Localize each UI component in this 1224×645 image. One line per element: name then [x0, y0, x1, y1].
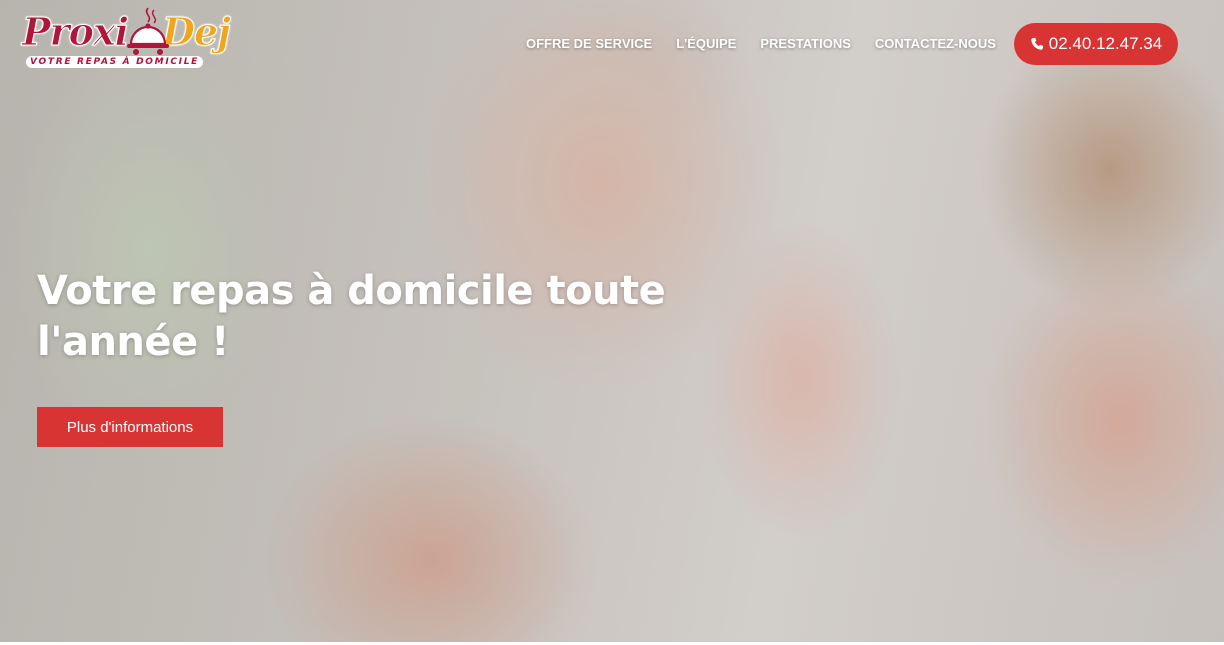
- hero-section: Proxi Dej VOTRE REPAS À DOMICILE OFFRE D…: [0, 0, 1224, 645]
- cloche-icon: [127, 7, 169, 55]
- logo-text-dej: Dej: [162, 9, 232, 54]
- hero-title: Votre repas à domicile toute l'année !: [37, 268, 666, 365]
- phone-icon: [1031, 37, 1043, 50]
- main-navigation: OFFRE DE SERVICE L'ÉQUIPE PRESTATIONS CO…: [526, 35, 1020, 53]
- logo-text-proxi: Proxi: [21, 9, 129, 54]
- nav-item-equipe[interactable]: L'ÉQUIPE: [676, 35, 736, 53]
- more-info-button[interactable]: Plus d'informations: [37, 407, 223, 447]
- logo-tagline: VOTRE REPAS À DOMICILE: [26, 56, 203, 68]
- phone-button[interactable]: 02.40.12.47.34: [1014, 23, 1178, 65]
- nav-item-prestations[interactable]: PRESTATIONS: [760, 35, 851, 53]
- nav-item-offre-de-service[interactable]: OFFRE DE SERVICE: [526, 35, 652, 53]
- brand-logo[interactable]: Proxi Dej VOTRE REPAS À DOMICILE: [21, 6, 242, 74]
- site-header: Proxi Dej VOTRE REPAS À DOMICILE OFFRE D…: [0, 0, 1224, 90]
- nav-item-contactez-nous[interactable]: CONTACTEZ-NOUS: [875, 35, 996, 53]
- phone-number: 02.40.12.47.34: [1048, 34, 1163, 53]
